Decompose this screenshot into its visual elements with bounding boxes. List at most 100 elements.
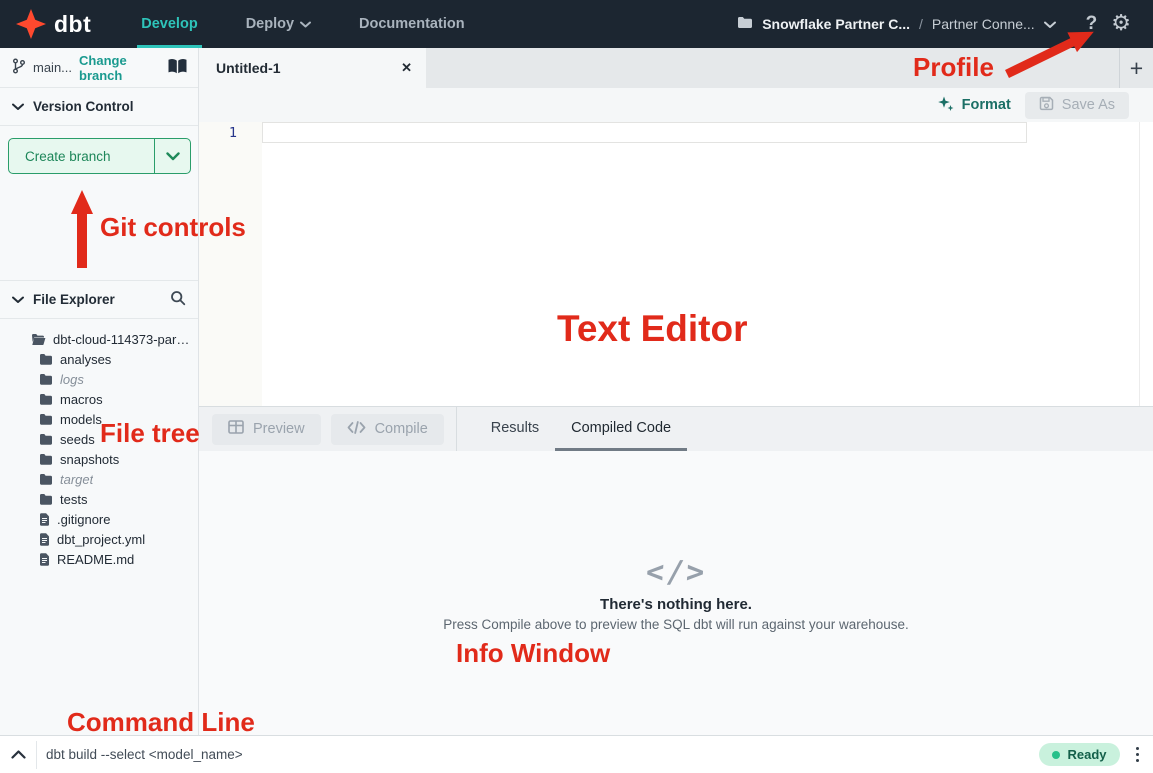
table-icon bbox=[228, 420, 244, 438]
help-button[interactable]: ? bbox=[1086, 13, 1098, 35]
compile-button[interactable]: Compile bbox=[331, 414, 444, 445]
tab-results[interactable]: Results bbox=[475, 407, 555, 451]
save-as-button[interactable]: Save As bbox=[1025, 92, 1129, 119]
create-branch-button[interactable]: Create branch bbox=[8, 138, 191, 174]
folder-icon bbox=[39, 433, 53, 445]
code-icon bbox=[347, 421, 366, 438]
settings-button[interactable]: ⚙ bbox=[1111, 13, 1131, 35]
create-branch-label[interactable]: Create branch bbox=[9, 139, 155, 173]
file-search-button[interactable] bbox=[170, 290, 186, 309]
file-name: macros bbox=[60, 392, 103, 407]
empty-state-title: There's nothing here. bbox=[600, 596, 752, 613]
add-tab-button[interactable]: + bbox=[1119, 48, 1153, 88]
file-name: snapshots bbox=[60, 452, 119, 467]
tab-untitled-1[interactable]: Untitled-1 ✕ bbox=[199, 48, 426, 88]
file-tree-item[interactable]: dbt-cloud-114373-partn... bbox=[0, 329, 198, 349]
command-input[interactable]: dbt build --select <model_name> bbox=[37, 747, 1039, 762]
file-tree-item[interactable]: analyses bbox=[0, 349, 198, 369]
tab-compiled-code[interactable]: Compiled Code bbox=[555, 407, 687, 451]
version-control-header[interactable]: Version Control bbox=[0, 88, 198, 126]
file-tree-item[interactable]: target bbox=[0, 469, 198, 489]
file-tree-item[interactable]: tests bbox=[0, 489, 198, 509]
change-branch-link[interactable]: Change branch bbox=[79, 53, 160, 83]
pane-divider bbox=[456, 407, 457, 451]
dbt-cloud-ide: dbt Develop Deploy Documentation Snowfla… bbox=[0, 0, 1153, 773]
nav-develop-label: Develop bbox=[141, 16, 197, 32]
empty-state-hint: Press Compile above to preview the SQL d… bbox=[443, 617, 909, 632]
file-name: .gitignore bbox=[57, 512, 110, 527]
editor-active-line[interactable] bbox=[262, 122, 1027, 143]
chevron-down-icon bbox=[12, 292, 24, 307]
file-tree-item[interactable]: .gitignore bbox=[0, 509, 198, 529]
folder-icon bbox=[39, 413, 53, 425]
preview-label: Preview bbox=[253, 421, 305, 437]
top-navbar: dbt Develop Deploy Documentation Snowfla… bbox=[0, 0, 1153, 48]
chevron-down-icon bbox=[12, 99, 24, 114]
code-slash-icon: </> bbox=[645, 555, 708, 590]
file-tree-item[interactable]: logs bbox=[0, 369, 198, 389]
text-editor[interactable]: 1 bbox=[199, 122, 1153, 406]
file-name: dbt-cloud-114373-partn... bbox=[53, 332, 191, 347]
editor-tabbar: Untitled-1 ✕ + bbox=[199, 48, 1153, 88]
kebab-menu-button[interactable] bbox=[1136, 747, 1140, 763]
folder-icon bbox=[39, 353, 53, 365]
docs-book-icon[interactable] bbox=[167, 58, 188, 78]
file-name: tests bbox=[60, 492, 87, 507]
save-icon bbox=[1039, 96, 1054, 115]
folder-icon bbox=[39, 453, 53, 465]
file-name: analyses bbox=[60, 352, 111, 367]
file-tree-item[interactable]: macros bbox=[0, 389, 198, 409]
navbar-right: Snowflake Partner C... / Partner Conne..… bbox=[737, 13, 1153, 35]
file-name: dbt_project.yml bbox=[57, 532, 145, 547]
workspace-body: main... Change branch Version Control Cr… bbox=[0, 48, 1153, 735]
folder-open-icon bbox=[31, 333, 46, 346]
dbt-brand[interactable]: dbt bbox=[0, 9, 117, 39]
project-name: Snowflake Partner C... bbox=[762, 16, 910, 32]
file-explorer-header[interactable]: File Explorer bbox=[0, 281, 198, 319]
create-branch-caret[interactable] bbox=[155, 139, 190, 173]
status-label: Ready bbox=[1067, 747, 1106, 762]
expand-panel-button[interactable] bbox=[0, 747, 36, 762]
nav-item-deploy[interactable]: Deploy bbox=[222, 0, 335, 48]
nav-deploy-label: Deploy bbox=[246, 16, 294, 32]
chevron-up-icon bbox=[11, 747, 26, 762]
file-tree-item[interactable]: models bbox=[0, 409, 198, 429]
file-name: models bbox=[60, 412, 102, 427]
line-number: 1 bbox=[229, 125, 237, 141]
folder-icon bbox=[39, 473, 53, 485]
close-tab-icon[interactable]: ✕ bbox=[401, 60, 412, 76]
file-name: seeds bbox=[60, 432, 95, 447]
environment-name: Partner Conne... bbox=[932, 16, 1035, 32]
sparkle-icon bbox=[937, 95, 954, 116]
file-explorer-label: File Explorer bbox=[33, 292, 115, 307]
preview-button[interactable]: Preview bbox=[212, 414, 321, 445]
info-window: </> There's nothing here. Press Compile … bbox=[199, 451, 1153, 735]
file-tree-item[interactable]: dbt_project.yml bbox=[0, 529, 198, 549]
editor-scrollbar[interactable] bbox=[1139, 122, 1140, 406]
format-button[interactable]: Format bbox=[937, 95, 1011, 116]
chevron-down-icon bbox=[1044, 16, 1056, 32]
nav-item-develop[interactable]: Develop bbox=[117, 0, 221, 48]
folder-icon bbox=[39, 393, 53, 405]
folder-icon bbox=[737, 16, 753, 32]
file-icon bbox=[39, 513, 50, 526]
nav-item-documentation[interactable]: Documentation bbox=[335, 0, 489, 48]
editor-toolbar: Format Save As bbox=[199, 88, 1153, 122]
folder-icon bbox=[39, 493, 53, 505]
command-line-bar: dbt build --select <model_name> Ready bbox=[0, 735, 1153, 773]
search-icon bbox=[170, 290, 186, 309]
status-dot-icon bbox=[1052, 751, 1060, 759]
version-control-label: Version Control bbox=[33, 99, 134, 114]
file-tree-item[interactable]: seeds bbox=[0, 429, 198, 449]
bottom-pane-bar: Preview Compile Results Compiled Code bbox=[199, 406, 1153, 451]
status-badge: Ready bbox=[1039, 743, 1119, 766]
gear-icon: ⚙ bbox=[1111, 13, 1131, 35]
version-control-body: Create branch bbox=[0, 126, 198, 281]
pane-actions: Preview Compile bbox=[199, 407, 456, 451]
project-breadcrumb[interactable]: Snowflake Partner C... / Partner Conne..… bbox=[737, 16, 1055, 32]
brand-name: dbt bbox=[54, 11, 91, 38]
main-panel: Untitled-1 ✕ + Format Save As 1 bbox=[199, 48, 1153, 735]
pane-tabs: Results Compiled Code bbox=[475, 407, 687, 451]
file-tree-item[interactable]: README.md bbox=[0, 549, 198, 569]
file-tree-item[interactable]: snapshots bbox=[0, 449, 198, 469]
